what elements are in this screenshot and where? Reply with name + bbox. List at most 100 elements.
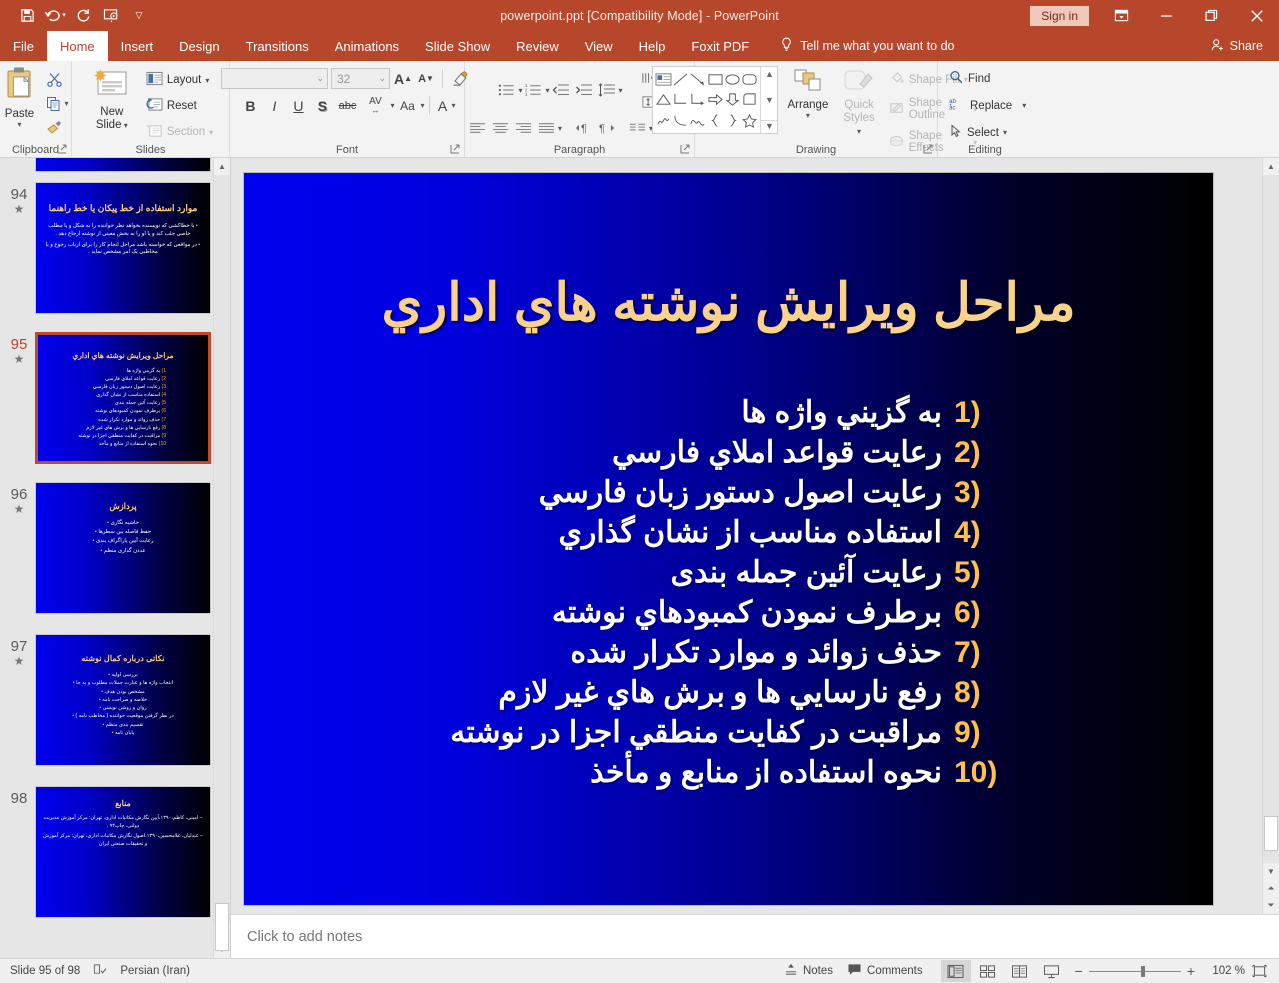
bold-button[interactable]: B <box>238 94 262 117</box>
customize-qat-icon[interactable]: ▽ <box>126 4 152 28</box>
shape-down-arrow-icon[interactable] <box>724 90 741 111</box>
change-case-button[interactable]: Aa <box>394 94 420 117</box>
slide-scroll-up-icon[interactable]: ▲ <box>1263 158 1279 175</box>
tab-foxit-pdf[interactable]: Foxit PDF <box>678 31 762 61</box>
shapes-gallery[interactable]: ▲ ▼ ▼ <box>651 66 779 134</box>
slide-thumbnail-pane[interactable]: 93 94 ★ موارد استفاده از خط پیکان یا خط … <box>0 158 231 958</box>
thumbnail-item-97[interactable]: 97 ★ نکاتی درباره کمال نوشته بررسی اولیه… <box>0 634 230 766</box>
layout-button[interactable]: Layout ▾ <box>143 69 216 91</box>
thumbnail-image-98[interactable]: منابع – امینی، کاظم،۱۳۹۰،آیین نگارش مکات… <box>35 786 211 918</box>
thumbnail-image-96[interactable]: پردازش حاشیه نگاری ▪ حفظ فاصله بین سطرها… <box>35 482 211 614</box>
decrease-indent-button[interactable] <box>550 79 573 101</box>
shapes-gallery-scrollbar[interactable]: ▲ ▼ ▼ <box>760 67 778 133</box>
slide-body-list[interactable]: 1) به گزيني واژه ها 2) رعايت قواعد املاي… <box>284 395 1018 795</box>
slide-list-item-9[interactable]: 9) مراقبت در کفايت منطقي اجزا در نوشته <box>284 715 1018 755</box>
justify-button[interactable] <box>535 117 558 139</box>
thumbnail-scrollbar-thumb[interactable] <box>215 903 229 951</box>
drawing-dialog-launcher-icon[interactable] <box>923 144 934 155</box>
font-name-combo[interactable]: ⌄ <box>221 68 328 89</box>
shape-curve-icon[interactable] <box>672 110 689 131</box>
start-presentation-icon[interactable] <box>98 4 124 28</box>
slide-list-item-8[interactable]: 8) رفع نارسايي ها و برش هاي غير لازم <box>284 675 1018 715</box>
clipboard-dialog-launcher-icon[interactable] <box>57 144 68 155</box>
thumbnail-item-96[interactable]: 96 ★ پردازش حاشیه نگاری ▪ حفظ فاصله بین … <box>0 482 230 614</box>
align-right-button[interactable] <box>512 117 535 139</box>
slide-list-item-5[interactable]: 5) رعايت آئين جمله بندی <box>284 555 1018 595</box>
zoom-percent-label[interactable]: 102 % <box>1203 965 1245 977</box>
shape-elbow-connector-icon[interactable] <box>672 90 689 111</box>
align-center-button[interactable] <box>489 117 512 139</box>
quick-styles-button[interactable]: Quick Styles ▾ <box>837 66 880 141</box>
shape-line-icon[interactable] <box>672 69 689 90</box>
share-button[interactable]: Share <box>1211 31 1279 61</box>
zoom-slider[interactable]: − + <box>1069 963 1201 979</box>
shape-textbox-icon[interactable] <box>655 69 672 90</box>
shape-star-icon[interactable] <box>741 110 758 131</box>
shape-triangle-icon[interactable] <box>655 90 672 111</box>
paste-button[interactable]: Paste ▾ <box>0 66 41 129</box>
section-button[interactable]: Section ▾ <box>143 121 216 143</box>
slide-scrollbar-thumb[interactable] <box>1264 816 1278 851</box>
slide-counter[interactable]: Slide 95 of 98 <box>10 965 80 977</box>
undo-icon[interactable]: ▾ <box>42 4 68 28</box>
slide-list-item-4[interactable]: 4) استفاده مناسب از نشان گذاري <box>284 515 1018 555</box>
thumbnail-pane-scrollbar[interactable]: ▲ ▼ <box>213 158 230 958</box>
strikethrough-button[interactable]: abc <box>334 94 360 117</box>
cut-button[interactable] <box>43 68 67 91</box>
font-size-combo[interactable]: 32 ⌄ <box>331 68 390 89</box>
thumbnail-item-93[interactable]: 93 <box>0 158 230 172</box>
zoom-track[interactable] <box>1088 965 1181 977</box>
bullets-button[interactable] <box>495 79 518 101</box>
fit-slide-to-window-icon[interactable] <box>1247 960 1271 982</box>
slideshow-view-button[interactable] <box>1037 960 1067 982</box>
slide-title[interactable]: مراحل ویرایش نوشته هاي اداري <box>244 273 1213 333</box>
slide-list-item-6[interactable]: 6) برطرف نمودن کمبودهاي نوشته <box>284 595 1018 635</box>
slide-list-item-7[interactable]: 7) حذف زوائد و موارد تکرار شده <box>284 635 1018 675</box>
spellcheck-icon[interactable] <box>93 963 107 979</box>
shapes-scroll-down-icon[interactable]: ▼ <box>765 95 774 105</box>
tab-insert[interactable]: Insert <box>108 31 167 61</box>
shapes-scroll-up-icon[interactable]: ▲ <box>765 69 774 79</box>
find-button[interactable]: Find <box>946 68 993 89</box>
shape-rounded-rectangle-icon[interactable] <box>741 69 758 90</box>
thumbnail-scroll-up-icon[interactable]: ▲ <box>214 158 230 175</box>
line-spacing-chevron-down-icon[interactable]: ▾ <box>619 86 623 95</box>
columns-button[interactable] <box>626 117 649 139</box>
tab-help[interactable]: Help <box>626 31 679 61</box>
align-left-button[interactable] <box>466 117 489 139</box>
copy-button[interactable]: ▾ <box>43 92 73 115</box>
close-icon[interactable] <box>1234 0 1279 31</box>
shape-left-brace-icon[interactable] <box>707 110 724 131</box>
change-case-chevron-down-icon[interactable]: ▾ <box>420 101 424 110</box>
font-dialog-launcher-icon[interactable] <box>450 144 461 155</box>
animation-star-icon[interactable]: ★ <box>3 352 35 367</box>
ribbon-display-options-icon[interactable] <box>1099 0 1144 31</box>
thumbnail-image-93[interactable] <box>35 158 211 172</box>
zoom-handle[interactable] <box>1140 965 1145 977</box>
thumbnail-item-95[interactable]: 95 ★ مراحل ویرایش نوشته هاي اداري 1) به … <box>0 332 230 464</box>
shape-rectangle-icon[interactable] <box>707 69 724 90</box>
notes-button[interactable]: Notes <box>778 963 839 979</box>
select-button[interactable]: Select ▾ <box>946 122 1010 143</box>
text-shadow-button[interactable]: S <box>310 94 334 117</box>
italic-button[interactable]: I <box>262 94 286 117</box>
font-name-chevron-down-icon[interactable]: ⌄ <box>316 73 324 84</box>
shapes-gallery-more-icon[interactable]: ▼ <box>761 120 778 131</box>
tab-home[interactable]: Home <box>46 31 108 61</box>
zoom-in-button[interactable]: + <box>1187 963 1195 979</box>
slide-pane-scrollbar[interactable]: ▲ ▼ ⏶ ⏷ <box>1262 158 1279 914</box>
shape-freeform-icon[interactable] <box>689 110 706 131</box>
notes-pane[interactable]: Click to add notes <box>231 914 1279 958</box>
tab-file[interactable]: File <box>0 31 47 61</box>
shape-elbow-arrow-icon[interactable] <box>689 90 706 111</box>
shape-right-brace-icon[interactable] <box>724 110 741 131</box>
animation-star-icon[interactable]: ★ <box>3 502 35 517</box>
previous-slide-icon[interactable]: ⏶ <box>1263 880 1279 897</box>
slide-scrollbar-track[interactable] <box>1263 175 1279 880</box>
tab-slide-show[interactable]: Slide Show <box>412 31 503 61</box>
line-spacing-button[interactable] <box>596 79 619 101</box>
language-indicator[interactable]: Persian (Iran) <box>120 965 190 977</box>
slide-list-item-1[interactable]: 1) به گزيني واژه ها <box>284 395 1018 435</box>
character-spacing-button[interactable]: AV ↔ <box>360 94 390 117</box>
tab-animations[interactable]: Animations <box>322 31 412 61</box>
